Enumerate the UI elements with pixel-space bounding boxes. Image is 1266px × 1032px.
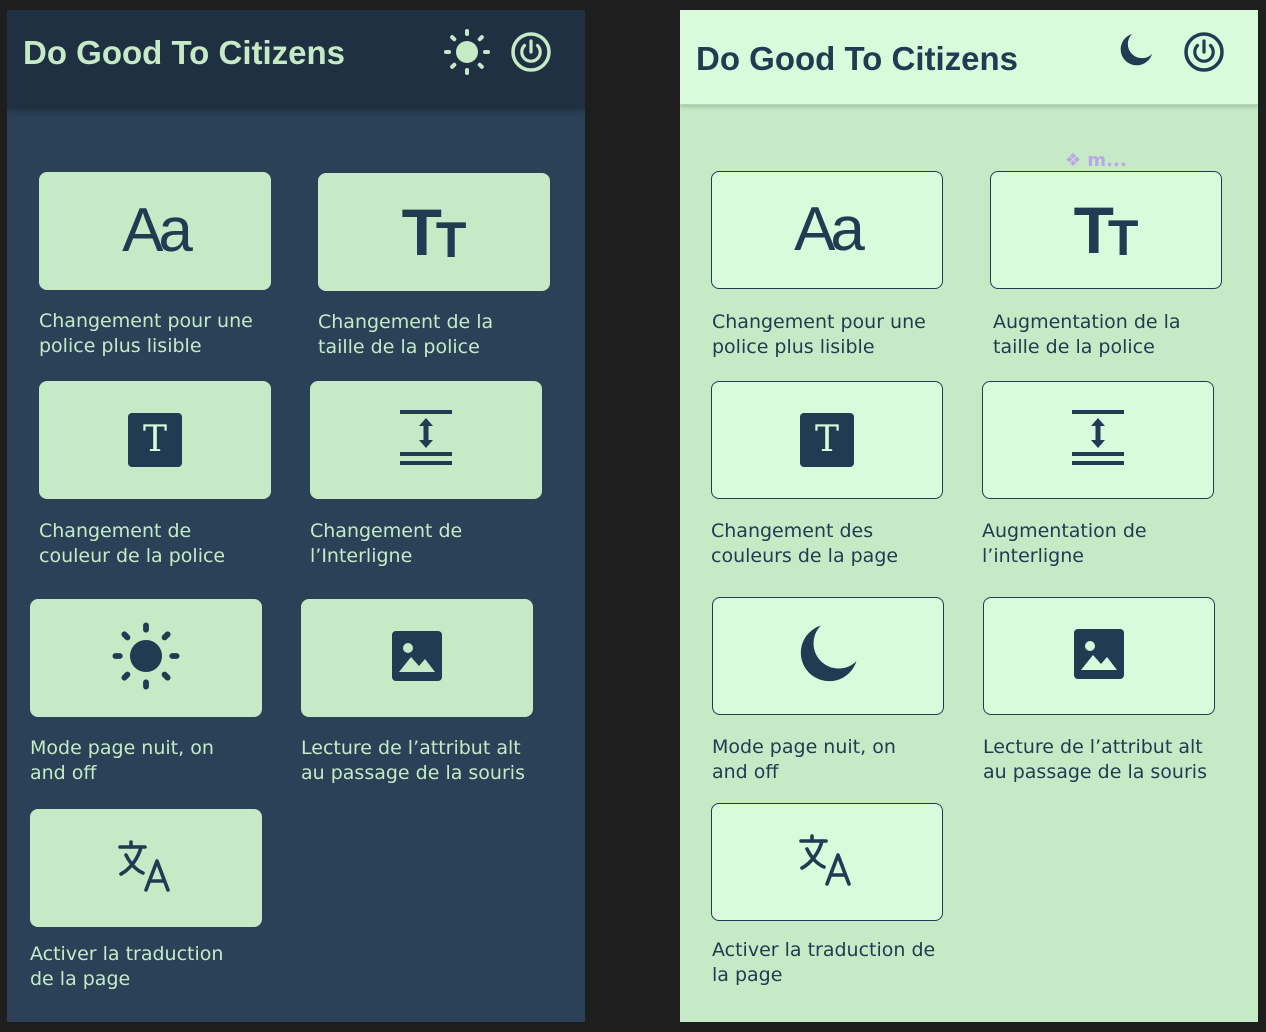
font-size-label: Augmentation de la taille de la police (993, 311, 1181, 358)
line-spacing-label: Changement de l’Interligne (310, 520, 463, 567)
text-color-icon: T (128, 413, 182, 467)
readable-font-label: Changement pour une police plus lisible (712, 311, 926, 358)
night-mode-button[interactable] (30, 599, 262, 717)
readable-font-button[interactable]: Aa (711, 171, 943, 289)
power-icon[interactable] (510, 31, 552, 77)
app-title: Do Good To Citizens (23, 34, 346, 71)
app-title: Do Good To Citizens (696, 40, 1019, 77)
alt-text-button[interactable] (301, 599, 533, 717)
line-spacing-label: Augmentation de l’interligne (982, 520, 1147, 567)
font-size-label: Changement de la taille de la police (318, 311, 494, 358)
image-icon (391, 630, 443, 686)
font-color-button[interactable]: T (39, 381, 271, 499)
moon-icon[interactable] (1118, 32, 1154, 72)
component-badge: ❖ m... (1065, 150, 1127, 171)
app-header: Do Good To Citizens (680, 10, 1258, 105)
power-icon[interactable] (1183, 31, 1225, 77)
line-spacing-icon (1070, 408, 1126, 472)
translate-label: Activer la traduction de la page (30, 943, 224, 990)
sun-icon (111, 621, 181, 695)
readable-font-button[interactable]: Aa (39, 172, 271, 290)
dark-theme-panel: Do Good To Citizens Aa Changement pour u… (7, 10, 585, 1022)
sun-icon[interactable] (443, 28, 491, 80)
font-size-button[interactable]: TT (990, 171, 1222, 289)
night-mode-label: Mode page nuit, on and off (712, 736, 896, 783)
night-mode-label: Mode page nuit, on and off (30, 737, 214, 784)
translate-button[interactable] (30, 809, 262, 927)
line-spacing-button[interactable] (310, 381, 542, 499)
line-spacing-button[interactable] (982, 381, 1214, 499)
translate-label: Activer la traduction de la page (712, 939, 936, 986)
font-color-label: Changement de couleur de la police (39, 520, 226, 567)
light-theme-panel: Do Good To Citizens ❖ m... Aa Changement… (680, 10, 1258, 1022)
text-color-icon: T (800, 413, 854, 467)
line-spacing-icon (398, 408, 454, 472)
font-size-button[interactable]: TT (318, 173, 550, 291)
text-size-icon: TT (401, 195, 467, 269)
image-icon (1073, 628, 1125, 684)
page-colors-label: Changement des couleurs de la page (711, 520, 899, 567)
app-header: Do Good To Citizens (7, 10, 585, 109)
text-size-icon: TT (1073, 193, 1139, 267)
translate-icon (117, 839, 175, 897)
readable-font-label: Changement pour une police plus lisible (39, 310, 253, 357)
page-colors-button[interactable]: T (711, 381, 943, 499)
translate-button[interactable] (711, 803, 943, 921)
alt-text-button[interactable] (983, 597, 1215, 715)
translate-icon (798, 833, 856, 891)
font-aa-icon: Aa (122, 196, 193, 265)
night-mode-button[interactable] (712, 597, 944, 715)
alt-text-label: Lecture de l’attribut alt au passage de … (301, 737, 525, 784)
font-aa-icon: Aa (794, 195, 865, 264)
moon-icon (796, 622, 860, 690)
alt-text-label: Lecture de l’attribut alt au passage de … (983, 736, 1207, 783)
